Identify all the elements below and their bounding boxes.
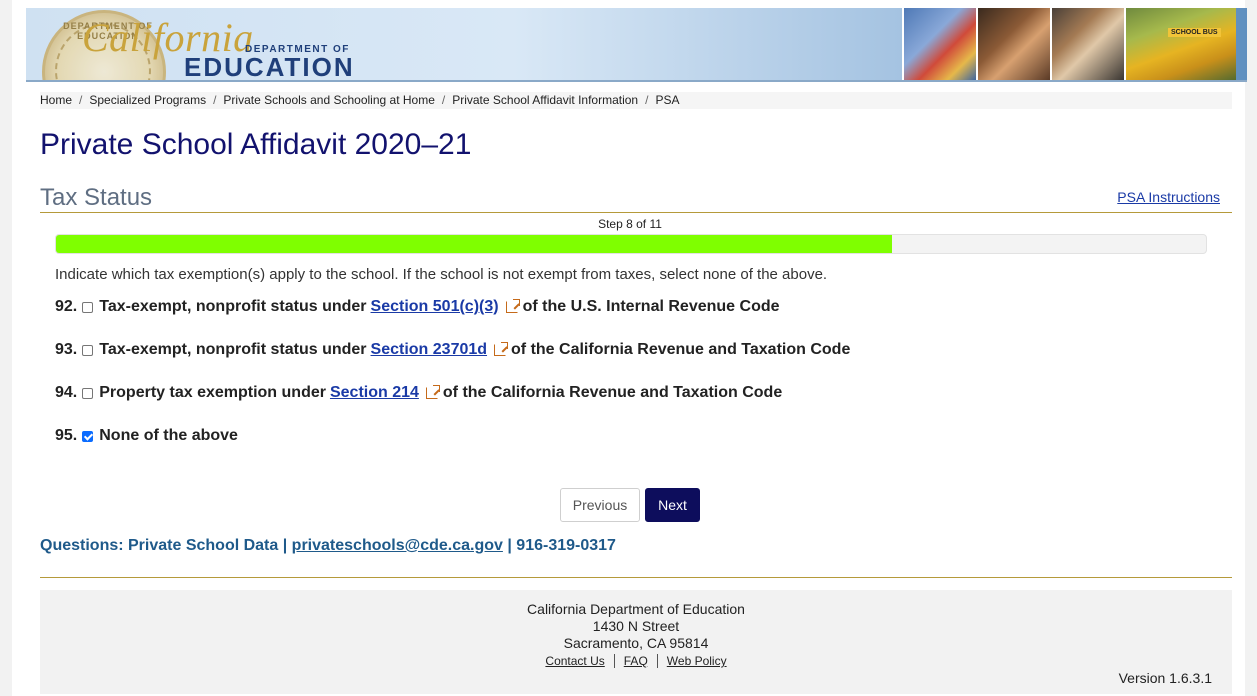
next-button[interactable]: Next — [645, 488, 700, 522]
header-photo-classroom — [1050, 8, 1124, 80]
logo-education[interactable]: EDUCATION — [184, 52, 355, 80]
question-95: 95. None of the above — [55, 427, 238, 445]
previous-button[interactable]: Previous — [560, 488, 640, 522]
breadcrumb-psa: PSA — [655, 93, 680, 107]
section-title: Tax Status — [40, 184, 153, 211]
question-number: 92. — [55, 298, 78, 315]
external-link-icon — [494, 342, 509, 356]
question-number: 95. — [55, 427, 78, 444]
footer: California Department of Education 1430 … — [40, 590, 1232, 694]
contact-email-link[interactable]: privateschools@cde.ca.gov — [292, 537, 503, 554]
instructions-text: Indicate which tax exemption(s) apply to… — [55, 266, 828, 283]
page: DEPARTMENT OF EDUCATION California DEPAR… — [12, 0, 1247, 696]
question-text: Tax-exempt, nonprofit status under — [99, 298, 367, 315]
header-photo-student — [976, 8, 1050, 80]
footer-link-faq[interactable]: FAQ — [624, 654, 648, 668]
breadcrumb-separator: / — [645, 93, 649, 107]
header-photo-globe — [902, 8, 976, 80]
question-92: 92. Tax-exempt, nonprofit status under S… — [55, 298, 780, 316]
section-divider — [40, 212, 1232, 213]
footer-street: 1430 N Street — [592, 618, 680, 634]
breadcrumb: Home / Specialized Programs / Private School… — [40, 92, 1232, 109]
breadcrumb-psa-information[interactable]: Private School Affidavit Information — [452, 93, 638, 107]
section-23701d-link[interactable]: Section 23701d — [371, 341, 488, 359]
footer-divider — [40, 577, 1232, 578]
step-indicator: Step 8 of 11 — [598, 217, 662, 231]
breadcrumb-separator: / — [441, 93, 446, 107]
checkbox-214[interactable] — [82, 387, 94, 399]
progress-bar-fill — [56, 235, 893, 253]
question-text: of the U.S. Internal Revenue Code — [522, 298, 780, 315]
progress-bar — [55, 234, 1207, 254]
contact-label: Questions: Private School Data — [40, 537, 279, 554]
psa-instructions-link[interactable]: PSA Instructions — [1117, 189, 1220, 205]
section-214-link[interactable]: Section 214 — [330, 384, 419, 402]
question-number: 94. — [55, 384, 78, 401]
version-label: Version 1.6.3.1 — [1118, 670, 1212, 686]
breadcrumb-home[interactable]: Home — [40, 93, 72, 107]
external-link-icon — [505, 299, 520, 313]
question-94: 94. Property tax exemption under Section… — [55, 384, 782, 402]
breadcrumb-separator: / — [213, 93, 217, 107]
footer-link-contact-us[interactable]: Contact Us — [545, 654, 604, 668]
footer-org: California Department of Education — [527, 601, 745, 617]
section-501c3-link[interactable]: Section 501(c)(3) — [371, 298, 499, 316]
header-photo-school-bus: SCHOOL BUS — [1124, 8, 1236, 80]
school-bus-sign: SCHOOL BUS — [1168, 28, 1221, 37]
contact-line: Questions: Private School Data | private… — [40, 537, 616, 555]
question-93: 93. Tax-exempt, nonprofit status under S… — [55, 341, 850, 359]
footer-links: Contact Us FAQ Web Policy — [40, 654, 1232, 668]
contact-separator: | — [507, 537, 512, 554]
page-title: Private School Affidavit 2020–21 — [40, 128, 472, 161]
header-banner: DEPARTMENT OF EDUCATION California DEPAR… — [26, 8, 1247, 82]
checkbox-none-of-the-above[interactable] — [82, 430, 94, 442]
footer-link-web-policy[interactable]: Web Policy — [667, 654, 727, 668]
external-link-icon — [425, 385, 440, 399]
question-text: Tax-exempt, nonprofit status under — [99, 341, 367, 358]
footer-city: Sacramento, CA 95814 — [563, 635, 709, 651]
breadcrumb-specialized-programs[interactable]: Specialized Programs — [89, 93, 206, 107]
checkbox-23701d[interactable] — [82, 344, 94, 356]
question-text: of the California Revenue and Taxation C… — [511, 341, 851, 358]
question-number: 93. — [55, 341, 78, 358]
footer-link-divider — [613, 654, 615, 668]
checkbox-501c3[interactable] — [82, 301, 94, 313]
contact-separator: | — [282, 537, 288, 554]
breadcrumb-separator: / — [79, 93, 83, 107]
question-text: of the California Revenue and Taxation C… — [442, 384, 783, 401]
question-text: Property tax exemption under — [99, 384, 326, 401]
footer-link-divider — [656, 654, 658, 668]
question-text: None of the above — [99, 427, 238, 444]
breadcrumb-private-schools[interactable]: Private Schools and Schooling at Home — [223, 93, 434, 107]
contact-phone: 916-319-0317 — [516, 537, 616, 554]
